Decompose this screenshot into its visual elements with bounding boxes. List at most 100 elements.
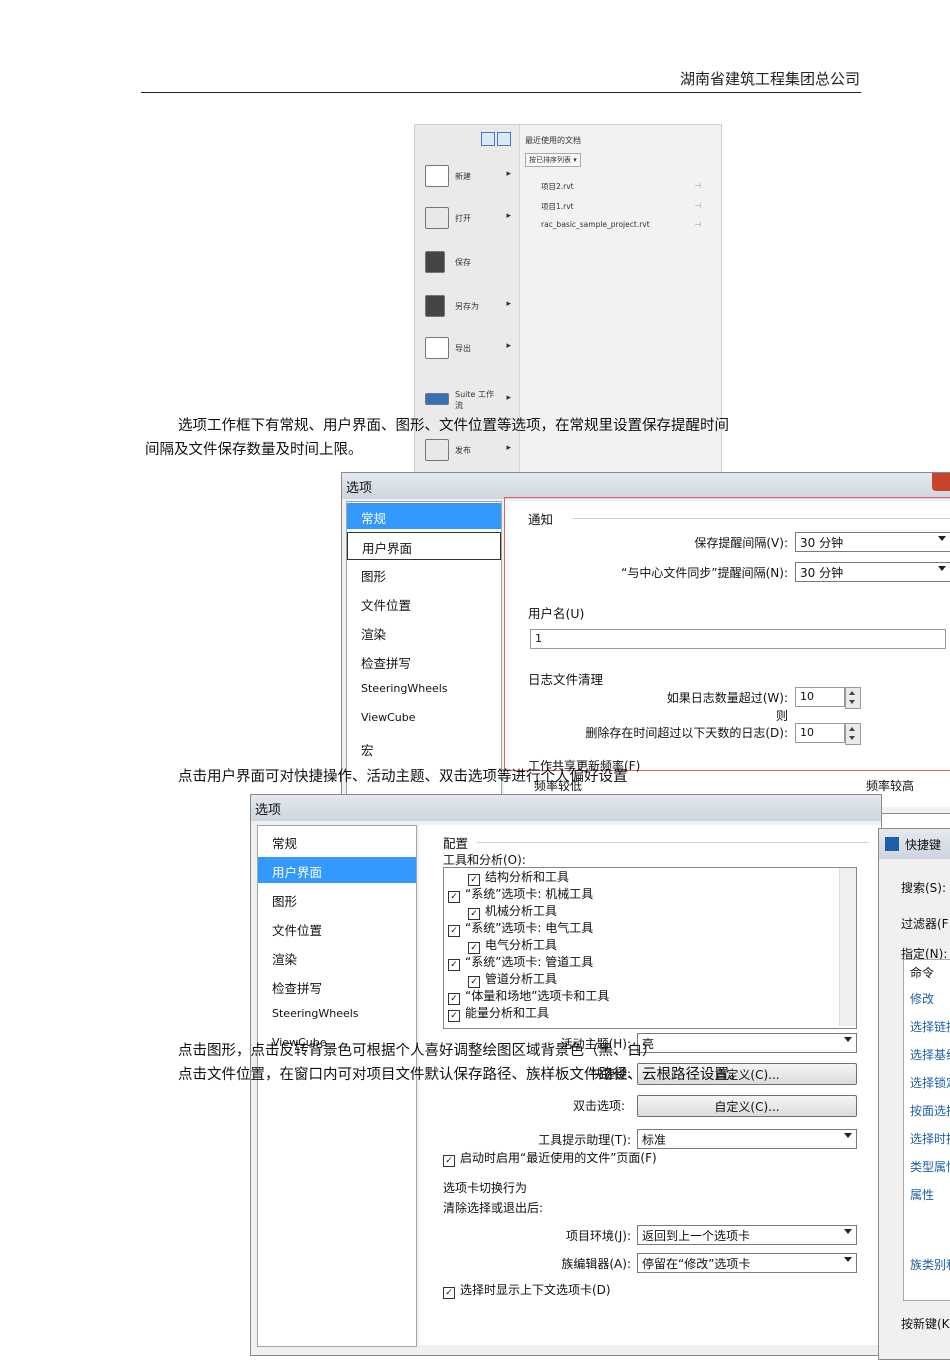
log-days-spinner[interactable] [845, 723, 861, 745]
tooltip-select[interactable]: 标准 [637, 1129, 857, 1149]
save-as-icon [425, 295, 445, 317]
sidebar-item-file-locations[interactable]: 文件位置 [258, 915, 416, 941]
list-item[interactable]: 选择链接 [910, 1018, 950, 1035]
tree-item[interactable]: ✓ 机械分析工具 [468, 902, 557, 920]
filter-label: 过滤器(F [901, 917, 949, 931]
chevron-down-icon [938, 566, 946, 571]
list-item[interactable]: 类型属性 [910, 1158, 950, 1175]
log-days-label: 删除存在时间超过以下天数的日志(D): [585, 726, 788, 740]
close-button[interactable] [932, 473, 950, 491]
dblclick-customize-button[interactable]: 自定义(C)... [637, 1095, 857, 1117]
sidebar-item-steeringwheels[interactable]: SteeringWheels [258, 1002, 416, 1028]
chevron-right-icon: ▸ [506, 341, 511, 351]
app-menu-item-save-as[interactable]: 另存为 ▸ [423, 293, 515, 321]
paragraph-1-line-1: 选项工作框下有常规、用户界面、图形、文件位置等选项，在常规里设置保存提醒时间 [178, 418, 729, 434]
list-item[interactable]: 选择锁定 [910, 1074, 950, 1091]
pin-icon[interactable]: ⊣ [694, 181, 701, 190]
sidebar-item-graphics[interactable]: 图形 [347, 561, 501, 587]
family-editor-label: 族编辑器(A): [561, 1257, 631, 1271]
list-item[interactable]: 属性 [910, 1186, 934, 1203]
tree-item[interactable]: ✓ “系统”选项卡: 机械工具 [448, 885, 593, 903]
tree-item[interactable]: ✓ “系统”选项卡: 电气工具 [448, 919, 593, 937]
recent-documents-title: 最近使用的文档 [525, 136, 581, 145]
then-label: 则 [775, 709, 788, 723]
tree-item[interactable]: ✓ “体量和场地”选项卡和工具 [448, 987, 609, 1005]
save-reminder-select[interactable]: 30 分钟 [795, 532, 950, 552]
app-menu-item-new[interactable]: 新建 ▸ [423, 163, 515, 191]
options-sidebar: 常规 用户界面 图形 文件位置 渲染 检查拼写 SteeringWheels V… [346, 501, 502, 809]
recent-file[interactable]: 项目2.rvt ⊣ [541, 181, 701, 192]
chevron-down-icon [844, 1133, 852, 1138]
list-item[interactable]: 按面选择 [910, 1102, 950, 1119]
log-count-label: 如果日志数量超过(W): [666, 691, 788, 705]
view-toggle-icons[interactable] [481, 131, 513, 150]
log-count-spinner[interactable] [845, 687, 861, 709]
paragraph-1-line-2: 间隔及文件保存数量及时间上限。 [145, 442, 363, 458]
column-header: 命令 [910, 966, 935, 980]
sidebar-item-general[interactable]: 常规 [258, 828, 416, 854]
sidebar-item-ui[interactable]: 用户界面 [258, 857, 416, 883]
family-editor-select[interactable]: 停留在“修改”选项卡 [637, 1253, 857, 1273]
pin-icon[interactable]: ⊣ [694, 220, 701, 229]
publish-icon [425, 439, 449, 461]
group-config: 配置 [443, 836, 469, 851]
sidebar-item-spelling[interactable]: 检查拼写 [258, 973, 416, 999]
options-dialog-general: 选项 常规 用户界面 图形 文件位置 渲染 检查拼写 SteeringWheel… [341, 472, 950, 814]
header-rule [141, 92, 861, 93]
app-menu-item-publish[interactable]: 发布 ▸ [423, 437, 515, 465]
sidebar-item-file-locations[interactable]: 文件位置 [347, 590, 501, 616]
list-item[interactable]: 族类别和 [910, 1256, 950, 1273]
tools-analysis-label: 工具和分析(O): [443, 853, 526, 867]
username-input[interactable]: 1 [530, 629, 946, 649]
sidebar-item-macros[interactable]: 宏 [347, 735, 501, 761]
checkbox-checked-icon: ✓ [448, 925, 460, 937]
sidebar-item-graphics[interactable]: 图形 [258, 886, 416, 912]
theme-select[interactable]: 亮 [637, 1033, 857, 1053]
search-label: 搜索(S): [901, 881, 947, 895]
chevron-right-icon: ▸ [506, 443, 511, 453]
tree-item[interactable]: ✓ 管道分析工具 [468, 970, 557, 988]
recent-files-checkbox[interactable]: ✓ 启动时启用“最近使用的文件”页面(F) [443, 1149, 657, 1167]
list-item[interactable]: 选择时拖 [910, 1130, 950, 1147]
log-days-input[interactable]: 10 [795, 723, 845, 743]
project-env-select[interactable]: 返回到上一个选项卡 [637, 1225, 857, 1245]
checkbox-checked-icon: ✓ [443, 1155, 455, 1167]
app-menu-item-export[interactable]: 导出 ▸ [423, 335, 515, 363]
recent-file[interactable]: 项目1.rvt ⊣ [541, 201, 701, 212]
context-tab-checkbox[interactable]: ✓ 选择时显示上下文选项卡(D) [443, 1281, 611, 1299]
tooltip-label: 工具提示助理(T): [538, 1133, 631, 1147]
sidebar-item-general[interactable]: 常规 [347, 503, 501, 529]
sidebar-item-rendering[interactable]: 渲染 [347, 619, 501, 645]
log-count-input[interactable]: 10 [795, 687, 845, 707]
tree-item[interactable]: ✓ 电气分析工具 [468, 936, 557, 954]
header-company: 湖南省建筑工程集团总公司 [679, 70, 860, 88]
app-menu-item-save[interactable]: 保存 [423, 249, 515, 277]
pin-icon[interactable]: ⊣ [694, 201, 701, 210]
sidebar-item-spelling[interactable]: 检查拼写 [347, 648, 501, 674]
group-username: 用户名(U) [528, 606, 585, 621]
dialog-titlebar: 快捷键 [879, 829, 950, 859]
export-icon [425, 337, 449, 359]
chevron-down-icon [844, 1037, 852, 1042]
dblclick-label: 双击选项: [572, 1099, 625, 1113]
sidebar-item-ui[interactable]: 用户界面 [347, 532, 501, 560]
tree-scrollbar[interactable] [839, 868, 856, 1026]
tree-item[interactable]: ✓ 结构分析和工具 [468, 868, 569, 886]
recent-file[interactable]: rac_basic_sample_project.rvt ⊣ [541, 220, 701, 229]
sidebar-item-rendering[interactable]: 渲染 [258, 944, 416, 970]
sidebar-item-viewcube[interactable]: ViewCube [347, 706, 501, 732]
chevron-right-icon: ▸ [506, 299, 511, 309]
tree-item[interactable]: ✓ “系统”选项卡: 管道工具 [448, 953, 593, 971]
recent-sort-dropdown[interactable]: 按已排序列表 ▾ [525, 153, 581, 167]
checkbox-checked-icon: ✓ [448, 959, 460, 971]
shortcut-dialog: 快捷键 搜索(S): 过滤器(F 指定(N): 命令 修改 选择链接 选择基线 … [878, 828, 950, 1360]
app-menu-item-suite[interactable]: Suite 工作流 ▸ [423, 387, 515, 415]
suite-workflow-icon [425, 393, 449, 405]
list-item[interactable]: 选择基线 [910, 1046, 950, 1063]
tools-tree: ✓ 结构分析和工具 ✓ “系统”选项卡: 机械工具 ✓ 机械分析工具 ✓ “系统”选项卡… [443, 867, 857, 1029]
list-item[interactable]: 修改 [910, 990, 934, 1007]
app-menu-item-open[interactable]: 打开 ▸ [423, 205, 515, 233]
sync-reminder-select[interactable]: 30 分钟 [795, 562, 950, 582]
sidebar-item-steeringwheels[interactable]: SteeringWheels [347, 677, 501, 703]
tree-item[interactable]: ✓ 能量分析和工具 [448, 1004, 549, 1022]
